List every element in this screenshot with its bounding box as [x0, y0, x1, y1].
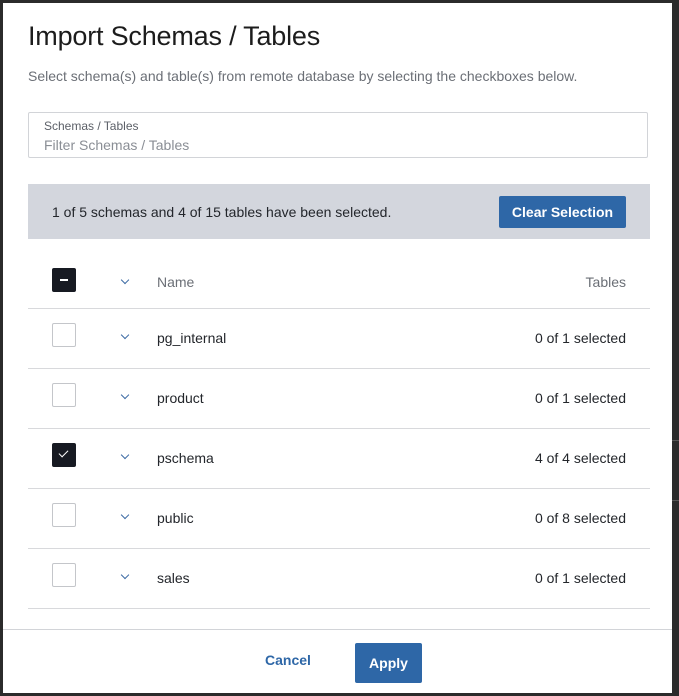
schema-name: pg_internal	[157, 330, 227, 346]
tables-selected-count: 0 of 1 selected	[534, 330, 626, 346]
row-checkbox[interactable]	[52, 563, 76, 587]
dialog-subtitle: Select schema(s) and table(s) from remot…	[28, 68, 578, 84]
clear-selection-button[interactable]: Clear Selection	[499, 196, 626, 228]
schema-name: sales	[157, 570, 190, 586]
row-checkbox[interactable]	[52, 503, 76, 527]
chevron-down-icon[interactable]	[118, 569, 132, 583]
table-row: sales 0 of 1 selected	[28, 549, 650, 609]
select-all-checkbox[interactable]	[52, 268, 76, 292]
filter-field[interactable]: Schemas / Tables	[28, 112, 648, 158]
dialog-title: Import Schemas / Tables	[28, 21, 321, 51]
tables-selected-count: 0 of 1 selected	[534, 570, 626, 586]
dialog-footer: Cancel Apply	[3, 629, 672, 694]
apply-button[interactable]: Apply	[355, 643, 422, 683]
tables-selected-count: 0 of 1 selected	[534, 390, 626, 406]
chevron-down-icon[interactable]	[118, 509, 132, 523]
selection-summary-text: 1 of 5 schemas and 4 of 15 tables have b…	[52, 204, 392, 220]
chevron-down-icon[interactable]	[118, 449, 132, 463]
tables-selected-count: 4 of 4 selected	[534, 450, 626, 466]
table-header: Name Tables	[28, 250, 650, 309]
selection-summary-bar: 1 of 5 schemas and 4 of 15 tables have b…	[28, 184, 650, 239]
filter-input[interactable]	[44, 135, 624, 155]
expand-all-chevron-icon[interactable]	[118, 274, 132, 288]
column-header-name: Name	[157, 274, 195, 290]
cancel-button[interactable]: Cancel	[265, 652, 311, 668]
row-checkbox[interactable]	[52, 323, 76, 347]
import-schemas-dialog: Import Schemas / Tables Select schema(s)…	[3, 3, 672, 693]
table-row: pschema 4 of 4 selected	[28, 429, 650, 489]
backdrop-divider	[671, 500, 679, 501]
table-row: product 0 of 1 selected	[28, 369, 650, 429]
schemas-table: Name Tables pg_internal 0 of 1 selected …	[28, 250, 650, 609]
column-header-tables: Tables	[585, 274, 626, 290]
row-checkbox[interactable]	[52, 443, 76, 467]
table-row: pg_internal 0 of 1 selected	[28, 309, 650, 369]
row-checkbox[interactable]	[52, 383, 76, 407]
filter-label: Schemas / Tables	[44, 119, 139, 133]
schema-name: product	[157, 390, 204, 406]
schema-name: public	[157, 510, 194, 526]
schema-name: pschema	[157, 450, 214, 466]
chevron-down-icon[interactable]	[118, 389, 132, 403]
chevron-down-icon[interactable]	[118, 329, 132, 343]
table-row: public 0 of 8 selected	[28, 489, 650, 549]
tables-selected-count: 0 of 8 selected	[534, 510, 626, 526]
backdrop-divider	[671, 440, 679, 441]
